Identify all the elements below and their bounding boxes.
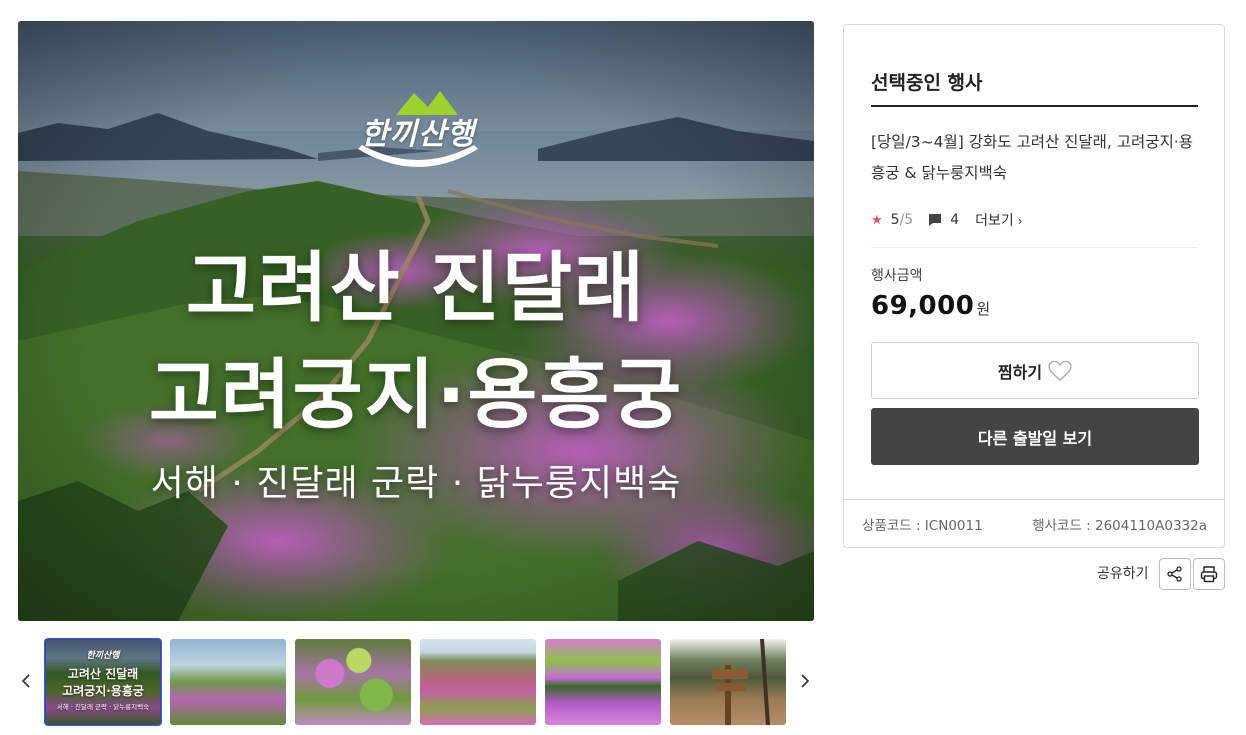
chevron-left-icon [21, 674, 30, 688]
hero-title-line2: 고려궁지·용흥궁 [148, 350, 684, 439]
section-divider [871, 247, 1198, 248]
more-reviews-link[interactable]: 더보기 › [975, 210, 1022, 230]
thumbnail-2[interactable] [170, 639, 286, 725]
print-icon [1200, 566, 1218, 583]
thumbnail-subtitle: 서해 · 진달래 군락 · 닭누룽지백숙 [56, 703, 150, 711]
brand-logo: 한끼산행 [336, 87, 500, 187]
thumbnail-title-line2: 고려궁지·용흥궁 [62, 684, 144, 698]
thumbnail-prev-button[interactable] [14, 666, 38, 696]
hero-subtitle: 서해 · 진달래 군락 · 닭누룽지백숙 [150, 463, 682, 504]
thumbnail-4[interactable] [420, 639, 536, 725]
price-row: 69,000 원 [871, 291, 990, 321]
print-button[interactable] [1193, 558, 1225, 590]
product-code: 상품코드 : ICN0011 [862, 518, 983, 534]
heart-icon [1048, 360, 1072, 381]
share-label: 공유하기 [1097, 566, 1149, 582]
selected-event-panel: 선택중인 행사 [당일/3~4월] 강화도 고려산 진달래, 고려궁지·용흥궁 … [843, 24, 1225, 548]
comment-icon [929, 214, 942, 226]
comment-count: 4 [950, 212, 960, 228]
other-dates-button[interactable]: 다른 출발일 보기 [871, 408, 1199, 465]
thumbnail-next-button[interactable] [793, 666, 817, 696]
thumbnail-title-line1: 고려산 진달래 [67, 667, 139, 681]
rating-row: ★ 5 /5 4 더보기 › [871, 210, 1023, 230]
event-code: 행사코드 : 2604110A0332a [1032, 518, 1207, 534]
hero-title-line1: 고려산 진달래 [186, 243, 646, 332]
panel-title: 선택중인 행사 [871, 72, 983, 94]
share-button[interactable] [1159, 558, 1191, 590]
product-name: [당일/3~4월] 강화도 고려산 진달래, 고려궁지·용흥궁 & 닭누룽지백숙 [871, 133, 1194, 182]
chevron-right-icon [801, 674, 810, 688]
share-icon [1167, 566, 1182, 582]
signpost-icon [712, 639, 770, 725]
wishlist-label: 찜하기 [997, 362, 1043, 382]
more-reviews-label: 더보기 [975, 213, 1014, 229]
main-product-image: 한끼산행 고려산 진달래 고려궁지·용흥궁 서해 · 진달래 군락 · 닭누룽지… [18, 21, 814, 621]
price-label: 행사금액 [871, 268, 923, 284]
panel-divider [871, 105, 1198, 107]
thumbnail-3[interactable] [295, 639, 411, 725]
thumbnail-1[interactable]: 한끼산행 고려산 진달래 고려궁지·용흥궁 서해 · 진달래 군락 · 닭누룽지… [44, 638, 162, 726]
wishlist-button[interactable]: 찜하기 [871, 342, 1199, 399]
price-value: 69,000 [871, 291, 975, 321]
star-icon: ★ [871, 212, 883, 228]
rating-total: /5 [899, 212, 914, 228]
chevron-right-icon: › [1017, 214, 1023, 228]
thumbnail-6[interactable] [670, 639, 786, 725]
rating-score: 5 [890, 212, 900, 228]
logo-text: 한끼산행 [360, 117, 476, 152]
thumbnail-logo-text: 한끼산행 [86, 651, 120, 661]
price-unit: 원 [976, 300, 991, 318]
panel-footer: 상품코드 : ICN0011 행사코드 : 2604110A0332a [844, 499, 1224, 548]
thumbnail-5[interactable] [545, 639, 661, 725]
